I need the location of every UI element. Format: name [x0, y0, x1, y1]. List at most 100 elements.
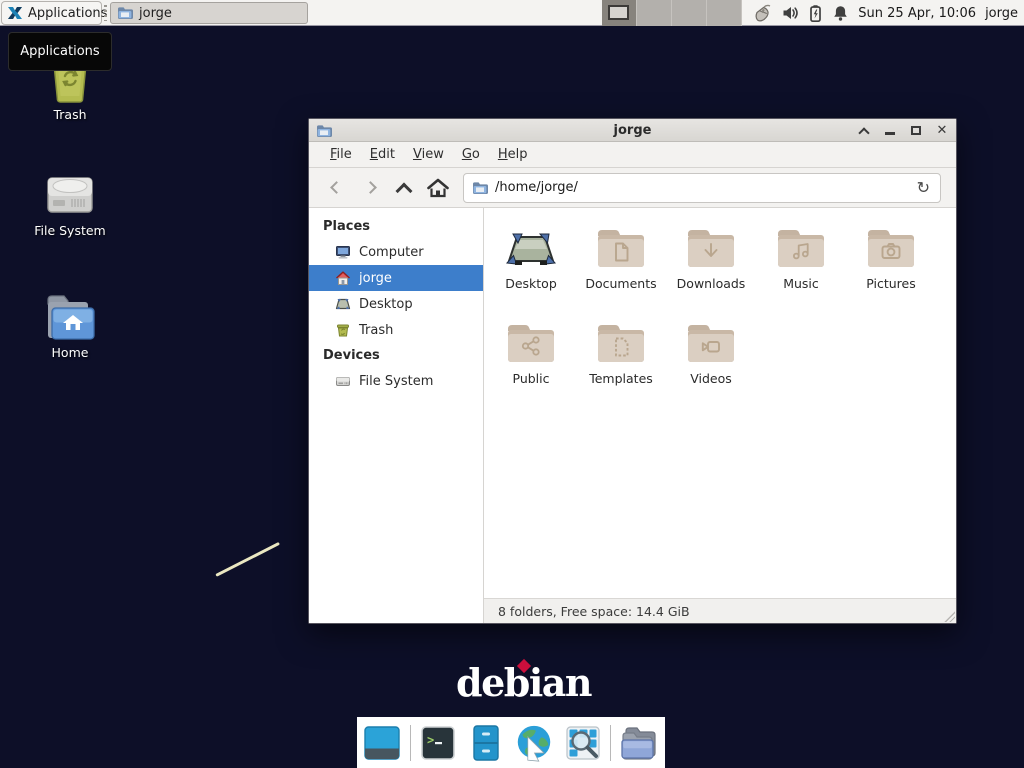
sidebar-item-trash[interactable]: Trash	[309, 317, 483, 343]
sidebar: Places Computer	[309, 208, 484, 623]
document-emblem-folder-icon	[576, 216, 666, 270]
hard-drive-icon	[16, 168, 124, 220]
workspace-4[interactable]	[707, 0, 742, 26]
applications-tooltip: Applications	[8, 32, 112, 71]
camera-emblem-folder-icon	[846, 216, 936, 270]
username-label[interactable]: jorge	[985, 6, 1018, 21]
workspace-2[interactable]	[637, 0, 672, 26]
terminal-launcher[interactable]: >	[418, 722, 459, 764]
workspace-window-thumb	[608, 5, 629, 20]
statusbar: 8 folders, Free space: 14.4 GiB	[484, 598, 956, 623]
dock-panel: >	[357, 717, 665, 768]
sidebar-devices-header: Devices	[309, 343, 483, 368]
terminal-icon: >	[418, 723, 458, 763]
menubar: File Edit View Go Help	[309, 142, 956, 168]
folder-item-documents[interactable]: Documents	[576, 216, 666, 291]
app-finder-icon	[563, 723, 603, 763]
dock-separator	[610, 725, 611, 761]
maximize-button[interactable]	[910, 124, 922, 138]
debian-wordmark: debian	[456, 660, 591, 705]
volume-icon[interactable]	[781, 4, 799, 22]
system-tray: Sun 25 Apr, 10:06 jorge	[753, 0, 1024, 26]
computer-icon	[335, 244, 351, 260]
file-cabinet-launcher[interactable]	[466, 722, 507, 764]
path-folder-icon	[472, 181, 488, 195]
web-browser-launcher[interactable]	[513, 722, 555, 764]
notification-bell-icon[interactable]	[832, 4, 849, 22]
drive-mini-icon	[335, 373, 351, 389]
taskbar-window-label: jorge	[139, 6, 172, 21]
home-folder-icon	[16, 292, 124, 342]
dock-separator	[410, 725, 411, 761]
desktop-icon-label: Home	[16, 345, 124, 360]
app-finder-launcher[interactable]	[562, 722, 603, 764]
menu-go[interactable]: Go	[453, 147, 489, 162]
show-desktop-launcher[interactable]	[362, 722, 403, 764]
music-emblem-folder-icon	[756, 216, 846, 270]
toolbar: ↻	[309, 168, 956, 208]
download-emblem-folder-icon	[666, 216, 756, 270]
top-panel: Applications jorge	[0, 0, 1024, 26]
desktop-icon-label: File System	[16, 223, 124, 238]
directory-menu-folder-icon	[618, 723, 660, 763]
sidebar-item-computer[interactable]: Computer	[309, 239, 483, 265]
window-folder-icon	[316, 123, 332, 142]
home-red-icon	[335, 270, 351, 286]
xfce-logo-icon	[6, 4, 24, 22]
back-button[interactable]	[319, 173, 353, 203]
taskbar-window-button[interactable]: jorge	[110, 2, 308, 24]
close-button[interactable]: ✕	[936, 124, 948, 138]
minimize-button[interactable]	[884, 124, 896, 138]
desktop-icon-label: Trash	[16, 107, 124, 122]
desktop-icon-file-system[interactable]: File System	[16, 168, 124, 238]
template-emblem-folder-icon	[576, 311, 666, 365]
desktop: Applications jorge	[0, 0, 1024, 768]
folder-item-desktop[interactable]: Desktop	[486, 216, 576, 291]
folder-item-public[interactable]: Public	[486, 311, 576, 386]
sidebar-item-desktop[interactable]: Desktop	[309, 291, 483, 317]
resize-grip[interactable]	[943, 610, 955, 622]
directory-menu-launcher[interactable]	[618, 722, 660, 764]
forward-button[interactable]	[353, 173, 387, 203]
battery-icon[interactable]	[808, 4, 823, 23]
folder-item-pictures[interactable]: Pictures	[846, 216, 936, 291]
share-emblem-folder-icon	[486, 311, 576, 365]
folder-item-music[interactable]: Music	[756, 216, 846, 291]
applications-menu-button[interactable]: Applications	[1, 1, 102, 25]
menu-view[interactable]: View	[404, 147, 453, 162]
trash-mini-icon	[335, 322, 351, 338]
desktop-special-icon	[486, 216, 576, 270]
web-browser-globe-icon	[513, 721, 555, 765]
desktop-icon-home[interactable]: Home	[16, 292, 124, 360]
clock[interactable]: Sun 25 Apr, 10:06	[858, 6, 976, 21]
file-manager-window: jorge ✕ File Edit View Go Help	[308, 118, 957, 624]
workspace-3[interactable]	[672, 0, 707, 26]
home-icon	[426, 177, 450, 199]
folder-item-templates[interactable]: Templates	[576, 311, 666, 386]
tooltip-text: Applications	[20, 44, 99, 59]
folder-item-videos[interactable]: Videos	[666, 311, 756, 386]
shade-button[interactable]	[858, 124, 870, 138]
menu-file[interactable]: File	[321, 147, 361, 162]
folder-item-downloads[interactable]: Downloads	[666, 216, 756, 291]
menu-edit[interactable]: Edit	[361, 147, 404, 162]
titlebar[interactable]: jorge ✕	[309, 119, 956, 142]
workspace-switcher[interactable]	[602, 0, 742, 26]
svg-text:>: >	[427, 733, 434, 747]
home-button[interactable]	[421, 173, 455, 203]
applications-menu-label: Applications	[28, 6, 107, 21]
panel-handle[interactable]	[104, 5, 107, 21]
folder-icon	[117, 6, 133, 20]
video-emblem-folder-icon	[666, 311, 756, 365]
workspace-1[interactable]	[602, 0, 637, 26]
folder-view[interactable]: Desktop	[484, 208, 956, 598]
sidebar-item-jorge[interactable]: jorge	[309, 265, 483, 291]
mouse-tray-icon[interactable]	[753, 4, 772, 23]
location-bar[interactable]: ↻	[463, 173, 941, 203]
menu-help[interactable]: Help	[489, 147, 537, 162]
sidebar-item-file-system[interactable]: File System	[309, 368, 483, 394]
reload-icon[interactable]: ↻	[915, 180, 932, 196]
file-cabinet-icon	[466, 723, 506, 763]
up-button[interactable]	[387, 173, 421, 203]
address-input[interactable]	[495, 180, 915, 195]
